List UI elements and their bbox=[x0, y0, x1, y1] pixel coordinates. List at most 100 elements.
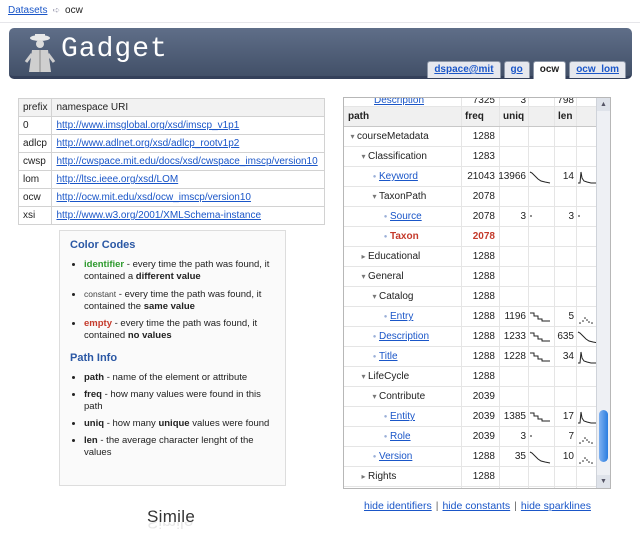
app-title: Gadget bbox=[61, 34, 168, 65]
len-cell bbox=[554, 187, 576, 206]
path-tree-panel[interactable]: Description 7325 3 798 path freq uniq le… bbox=[343, 97, 611, 489]
hide-sparklines-link[interactable]: hide sparklines bbox=[521, 500, 591, 512]
len-column-header[interactable]: len bbox=[554, 107, 576, 126]
bullet-icon: ● bbox=[372, 353, 377, 360]
path-column-header[interactable]: path bbox=[344, 107, 461, 126]
namespace-link[interactable]: http://www.imsglobal.org/xsd/imscp_v1p1 bbox=[56, 120, 239, 131]
table-row: 0 http://www.imsglobal.org/xsd/imscp_v1p… bbox=[17, 116, 325, 135]
tree-path-link[interactable]: Entry bbox=[390, 311, 413, 322]
freq-cell: 2039 bbox=[461, 407, 499, 426]
legend-item-constant: constant - every time the path was found… bbox=[84, 288, 275, 313]
uniq-cell: 1196 bbox=[499, 307, 528, 326]
uniq-cell bbox=[499, 147, 528, 166]
len-sparkline bbox=[576, 147, 597, 166]
uniq-cell: 1233 bbox=[499, 327, 528, 346]
namespace-link[interactable]: http://www.adlnet.org/xsd/adlcp_rootv1p2 bbox=[56, 138, 239, 149]
bullet-icon: ● bbox=[383, 313, 388, 320]
path-cell: ● Role bbox=[344, 427, 461, 446]
uniq-sparkline bbox=[528, 327, 554, 346]
namespace-table: prefix namespace URI 0 http://www.imsglo… bbox=[17, 98, 325, 225]
display-options: hide identifiers | hide constants | hide spa… bbox=[364, 500, 591, 512]
expand-down-icon[interactable]: ▾ bbox=[359, 152, 368, 161]
uniq-sparkline bbox=[528, 207, 554, 226]
scrollbar-thumb[interactable] bbox=[599, 410, 608, 462]
freq-cell: 2078 bbox=[461, 207, 499, 226]
freq-cell: 1288 bbox=[461, 267, 499, 286]
expand-down-icon[interactable]: ▾ bbox=[348, 132, 357, 141]
len-cell: 3 bbox=[554, 207, 576, 226]
uniq-spark-column-header bbox=[528, 107, 554, 126]
breadcrumb-datasets-link[interactable]: Datasets bbox=[8, 5, 47, 16]
namespace-link[interactable]: http://cwspace.mit.edu/docs/xsd/cwspace_… bbox=[56, 156, 317, 167]
gadget-logo-icon bbox=[24, 34, 56, 72]
len-cell bbox=[554, 387, 576, 406]
tree-path-label: Classification bbox=[368, 151, 427, 162]
expand-right-icon[interactable]: ▸ bbox=[359, 472, 368, 481]
tree-row: ▾ TaxonPath 2078 bbox=[344, 187, 597, 207]
freq-cell: 1288 bbox=[461, 287, 499, 306]
hide-identifiers-link[interactable]: hide identifiers bbox=[364, 500, 432, 512]
expand-down-icon[interactable]: ▾ bbox=[370, 292, 379, 301]
namespace-link[interactable]: http://ltsc.ieee.org/xsd/LOM bbox=[56, 174, 178, 185]
tree-scrollbar[interactable]: ▲ ▼ bbox=[596, 98, 610, 488]
len-sparkline bbox=[576, 347, 597, 366]
uniq-sparkline bbox=[528, 247, 554, 266]
tree-path-link[interactable]: Source bbox=[390, 211, 422, 222]
uri-cell: http://www.w3.org/2001/XMLSchema-instanc… bbox=[51, 206, 325, 225]
path-cell: ● Keyword bbox=[344, 167, 461, 186]
len-cell bbox=[554, 127, 576, 146]
tree-row: ▾ Classification 1283 bbox=[344, 147, 597, 167]
tree-row: ● Title 1288 1228 34 bbox=[344, 347, 597, 367]
breadcrumb: Datasets ➪ ocw bbox=[8, 3, 83, 17]
uniq-sparkline bbox=[528, 487, 554, 488]
path-cell: ▾ Classification bbox=[344, 147, 461, 166]
tree-path-link[interactable]: Title bbox=[379, 351, 398, 362]
tab-ocw-lom[interactable]: ocw_lom bbox=[569, 61, 626, 78]
tab-go[interactable]: go bbox=[503, 61, 530, 78]
uniq-cell bbox=[499, 387, 528, 406]
tree-path-label: Catalog bbox=[379, 291, 414, 302]
expand-down-icon[interactable]: ▾ bbox=[359, 272, 368, 281]
path-cell: ▸ Rights bbox=[344, 467, 461, 486]
expand-right-icon[interactable]: ▸ bbox=[359, 252, 368, 261]
scroll-down-icon[interactable]: ▼ bbox=[597, 475, 610, 488]
len-cell: 5 bbox=[554, 307, 576, 326]
expand-down-icon[interactable]: ▾ bbox=[359, 372, 368, 381]
tree-path-link[interactable]: Entity bbox=[390, 411, 415, 422]
tab-ocw[interactable]: ocw bbox=[532, 61, 567, 79]
uniq-column-header[interactable]: uniq bbox=[499, 107, 528, 126]
uniq-sparkline bbox=[528, 167, 554, 186]
tree-path-link[interactable]: Keyword bbox=[379, 171, 418, 182]
namespace-link[interactable]: http://www.w3.org/2001/XMLSchema-instanc… bbox=[56, 210, 261, 221]
len-cell bbox=[554, 287, 576, 306]
scroll-up-icon[interactable]: ▲ bbox=[597, 98, 610, 111]
expand-down-icon[interactable]: ▾ bbox=[370, 392, 379, 401]
tree-row: ● Taxon 2078 bbox=[344, 227, 597, 247]
tree-path-label: Educational bbox=[368, 251, 421, 262]
uri-cell: http://ocw.mit.edu/xsd/ocw_imscp/version… bbox=[51, 188, 325, 207]
bullet-icon: ● bbox=[383, 413, 388, 420]
table-row: cwsp http://cwspace.mit.edu/docs/xsd/cws… bbox=[17, 152, 325, 171]
uniq-cell: 1385 bbox=[499, 407, 528, 426]
hide-constants-link[interactable]: hide constants bbox=[442, 500, 510, 512]
freq-cell: 1288 bbox=[461, 307, 499, 326]
tree-path-label: LifeCycle bbox=[368, 371, 410, 382]
freq-cell: 1288 bbox=[461, 247, 499, 266]
tree-path-link[interactable]: Description bbox=[374, 98, 424, 106]
expand-down-icon[interactable]: ▾ bbox=[370, 192, 379, 201]
tree-path-link[interactable]: Version bbox=[379, 451, 412, 462]
tab-dspace-mit[interactable]: dspace@mit bbox=[427, 61, 501, 78]
legend-item-freq: freq - how many values were found in thi… bbox=[84, 389, 275, 413]
tree-row: ▾ General 1288 bbox=[344, 267, 597, 287]
tree-path-link[interactable]: Role bbox=[390, 431, 411, 442]
prefix-cell: lom bbox=[17, 170, 53, 189]
len-sparkline bbox=[576, 267, 597, 286]
tree-path-link[interactable]: Description bbox=[379, 331, 429, 342]
tree-row: ● Role 2039 3 7 bbox=[344, 427, 597, 447]
freq-column-header[interactable]: freq bbox=[461, 107, 499, 126]
path-info-list: path - name of the element or attribute … bbox=[70, 372, 275, 459]
uniq-sparkline bbox=[528, 127, 554, 146]
table-row: xsi http://www.w3.org/2001/XMLSchema-ins… bbox=[17, 206, 325, 225]
len-cell bbox=[554, 247, 576, 266]
namespace-link[interactable]: http://ocw.mit.edu/xsd/ocw_imscp/version… bbox=[56, 192, 251, 203]
